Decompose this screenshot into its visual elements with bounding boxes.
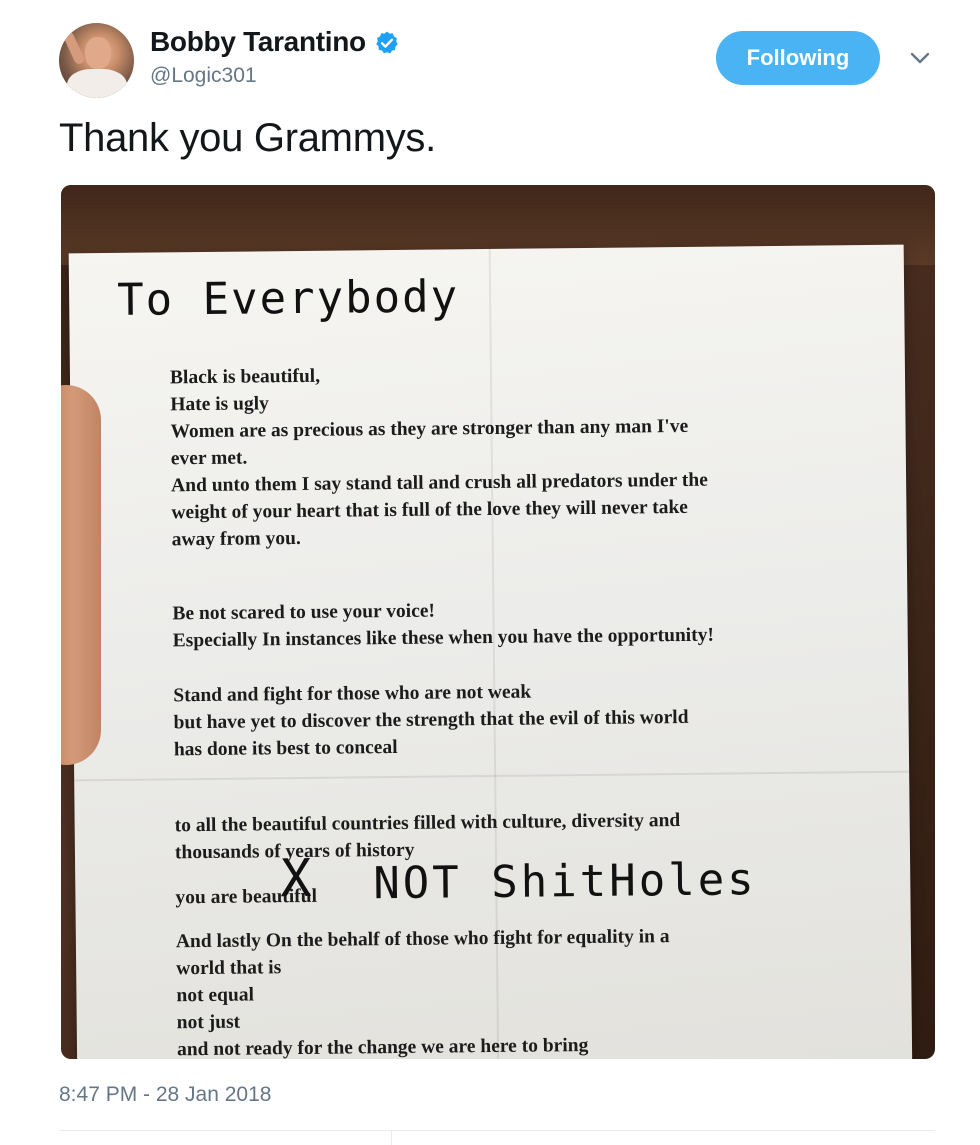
handwritten-strike: X [279, 848, 312, 910]
handwritten-heading: To Everybody [116, 271, 460, 326]
footer-divider [59, 1130, 935, 1131]
avatar[interactable] [59, 23, 134, 98]
avatar-face [85, 37, 111, 69]
tweet-photo[interactable]: To Everybody Black is beautiful, Hate is… [61, 185, 935, 1059]
chevron-down-icon[interactable] [906, 46, 934, 70]
paper-fold-horizontal [74, 770, 910, 782]
letter-paragraph-1: Black is beautiful, Hate is ugly Women a… [169, 365, 708, 551]
display-name[interactable]: Bobby Tarantino [150, 26, 366, 58]
holding-thumb [61, 385, 101, 765]
footer-divider-vertical [391, 1130, 392, 1145]
user-handle[interactable]: @Logic301 [150, 64, 257, 88]
following-button[interactable]: Following [716, 31, 880, 85]
tweet-timestamp[interactable]: 8:47 PM - 28 Jan 2018 [59, 1083, 271, 1107]
tweet-text: Thank you Grammys. [59, 116, 436, 160]
letter-paper: To Everybody Black is beautiful, Hate is… [68, 244, 913, 1059]
letter-paragraph-3: Stand and fight for those who are not we… [173, 681, 689, 761]
avatar-arm [62, 30, 86, 66]
letter-paragraph-2: Be not scared to use your voice! Especia… [172, 600, 715, 652]
handwritten-insert: NOT ShitHoles [373, 854, 757, 910]
avatar-shirt [67, 69, 127, 98]
verified-badge-icon [376, 31, 398, 54]
letter-paragraph-6: And lastly On the behalf of those who fi… [175, 926, 670, 1059]
